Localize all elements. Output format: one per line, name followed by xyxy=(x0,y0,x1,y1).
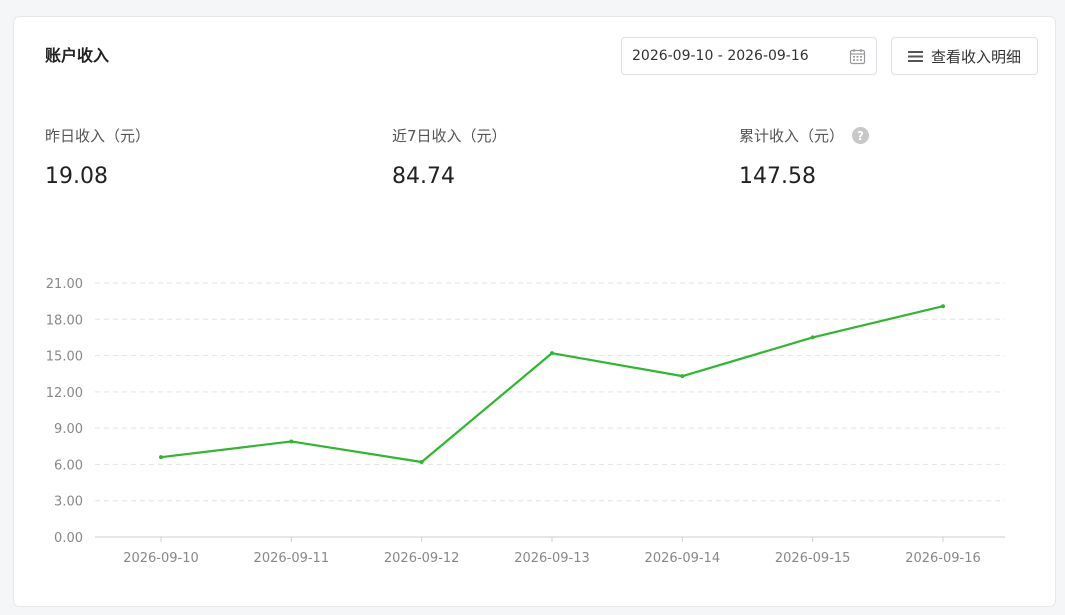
y-tick-label: 21.00 xyxy=(46,277,83,292)
x-tick-label: 2026-09-14 xyxy=(645,551,721,566)
income-line-chart: 0.00 3.00 6.00 9.00 12.00 15.00 18.00 21.00 2026… xyxy=(46,277,1005,566)
y-tick-label: 12.00 xyxy=(46,386,83,401)
y-tick-label: 18.00 xyxy=(46,313,83,328)
x-tick-label: 2026-09-11 xyxy=(254,551,330,566)
x-tick-label: 2026-09-13 xyxy=(514,551,590,566)
data-point xyxy=(159,455,163,460)
y-tick-label: 0.00 xyxy=(54,531,83,546)
series-line xyxy=(160,305,944,464)
data-point xyxy=(419,460,424,465)
x-tick-label: 2026-09-12 xyxy=(384,551,460,566)
y-tick-label: 6.00 xyxy=(54,458,83,473)
y-tick-label: 15.00 xyxy=(46,350,83,365)
data-point xyxy=(550,351,554,356)
y-tick-label: 3.00 xyxy=(54,495,83,510)
y-tick-label: 9.00 xyxy=(54,422,83,437)
data-point xyxy=(680,374,685,379)
data-point xyxy=(941,304,945,309)
x-tick-label: 2026-09-16 xyxy=(905,551,981,566)
x-tick-label: 2026-09-10 xyxy=(123,551,199,566)
data-point xyxy=(810,335,815,340)
x-tick-label: 2026-09-15 xyxy=(775,551,851,566)
data-point xyxy=(289,439,294,444)
